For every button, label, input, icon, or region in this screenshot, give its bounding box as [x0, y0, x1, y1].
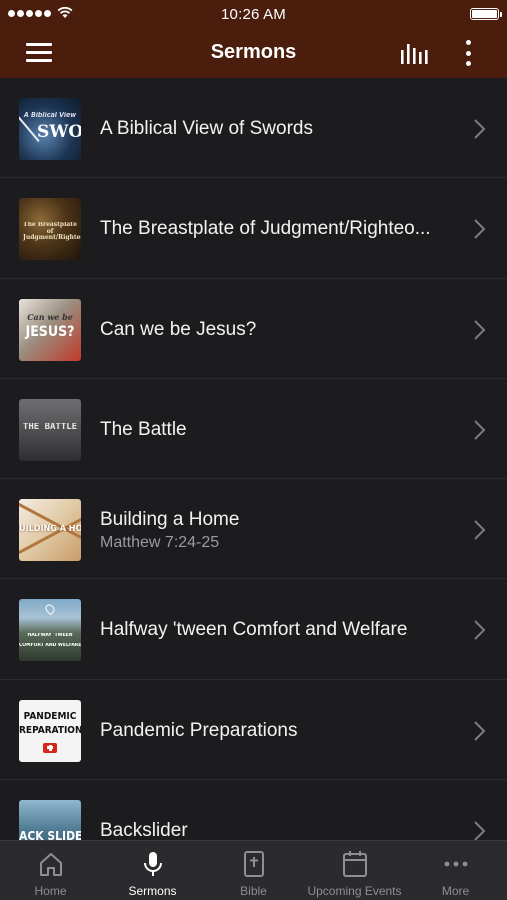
sermon-row[interactable]: PANDEMIC REPARATION Pandemic Preparation…	[0, 680, 507, 781]
overflow-menu-icon[interactable]	[456, 38, 480, 68]
sermon-title: The Battle	[100, 418, 187, 440]
chevron-right-icon	[474, 319, 486, 340]
sermon-row[interactable]: The Breastplate of Judgment/Righteousnes…	[0, 178, 507, 279]
tab-bible[interactable]: Bible	[203, 841, 304, 900]
tab-bar: Home Sermons Bible Upcoming Events More	[0, 840, 507, 900]
sermon-scripture: Matthew 7:24-25	[100, 534, 220, 552]
nav-bar: Sermons	[0, 28, 507, 78]
sermon-title: Halfway 'tween Comfort and Welfare	[100, 619, 408, 641]
chevron-right-icon	[474, 721, 486, 741]
sermon-thumbnail: UILDING A HO	[19, 499, 81, 562]
sermon-thumbnail: HALFWAY 'TWEEN COMFORT AND WELFARE	[19, 599, 81, 662]
chevron-right-icon	[474, 520, 486, 540]
chevron-right-icon	[474, 821, 486, 840]
sermon-thumbnail: Can we be JESUS?	[19, 298, 81, 361]
page-title: Sermons	[210, 41, 297, 63]
sermon-row[interactable]: UILDING A HO Building a Home Matthew 7:2…	[0, 479, 507, 580]
status-bar: 10:26 AM	[0, 0, 507, 28]
sermon-row[interactable]: THE BATTLE The Battle	[0, 379, 507, 480]
chevron-right-icon	[474, 420, 486, 440]
more-icon	[444, 861, 468, 867]
calendar-icon	[343, 851, 367, 877]
chevron-right-icon	[474, 620, 486, 641]
microphone-icon	[144, 852, 162, 876]
chevron-right-icon	[474, 219, 486, 240]
status-time: 10:26 AM	[221, 6, 286, 23]
chevron-right-icon	[474, 119, 486, 139]
sermon-row[interactable]: A Biblical View SWOR A Biblical View of …	[0, 78, 507, 179]
audio-levels-icon[interactable]	[398, 40, 430, 66]
sermon-title: Can we be Jesus?	[100, 318, 257, 340]
sermon-title: Pandemic Preparations	[100, 719, 298, 741]
tab-sermons[interactable]: Sermons	[102, 841, 203, 900]
sermon-title: The Breastplate of Judgment/Righteo...	[100, 218, 431, 240]
battery-icon	[470, 8, 502, 20]
sermon-title: A Biblical View of Swords	[100, 118, 313, 139]
tab-more[interactable]: More	[405, 841, 506, 900]
sermon-row[interactable]: ACK SLIDE Backslider	[0, 780, 507, 840]
sermon-thumbnail: THE BATTLE	[19, 398, 81, 461]
sermon-thumbnail: The Breastplate of Judgment/Righteousnes…	[19, 198, 81, 261]
tab-upcoming-events[interactable]: Upcoming Events	[304, 841, 405, 900]
first-aid-kit-icon	[43, 742, 57, 753]
sermon-title: Backslider	[100, 820, 188, 840]
sermon-row[interactable]: Can we be JESUS? Can we be Jesus?	[0, 279, 507, 379]
sermon-row[interactable]: HALFWAY 'TWEEN COMFORT AND WELFARE Halfw…	[0, 579, 507, 680]
tab-home[interactable]: Home	[0, 841, 101, 900]
sermon-thumbnail: ACK SLIDE	[19, 800, 81, 840]
home-icon	[40, 853, 62, 876]
sermon-thumbnail: PANDEMIC REPARATION	[19, 699, 81, 762]
sermon-title: Building a Home	[100, 509, 240, 531]
sermon-list: A Biblical View SWOR A Biblical View of …	[0, 78, 507, 840]
bible-icon	[244, 851, 264, 877]
sermon-thumbnail: A Biblical View SWOR	[19, 98, 81, 160]
